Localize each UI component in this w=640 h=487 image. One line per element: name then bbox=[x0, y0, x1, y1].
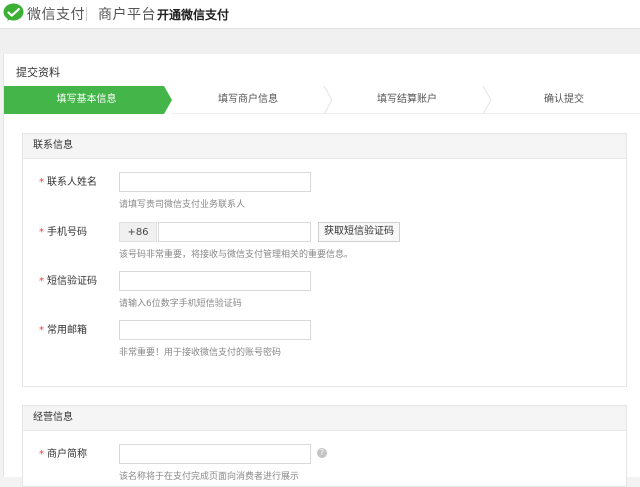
phone-input[interactable] bbox=[158, 222, 311, 242]
help-icon[interactable]: ? bbox=[317, 448, 327, 458]
sms-code-label: 短信验证码 bbox=[47, 276, 97, 287]
step-confirm-submit[interactable]: 确认提交 bbox=[487, 86, 640, 114]
submit-panel: 提交资料 填写基本信息 填写商户信息 填写结算账户 确认提交 联系信息 * 联系人… bbox=[3, 54, 640, 487]
phone-label: 手机号码 bbox=[47, 227, 87, 238]
contact-name-hint: 请填写贵司微信支付业务联系人 bbox=[119, 200, 246, 210]
step-basic-info[interactable]: 填写基本信息 bbox=[4, 86, 169, 114]
short-name-hint: 该名称将于在支付完成页面向消费者进行展示 bbox=[119, 472, 300, 482]
wechat-pay-logo-icon bbox=[3, 3, 24, 21]
required-mark: * bbox=[39, 449, 44, 460]
contact-name-input[interactable] bbox=[119, 172, 311, 192]
platform-name[interactable]: 商户平台 bbox=[98, 4, 156, 24]
field-label: * 商户简称 bbox=[39, 444, 119, 466]
required-mark: * bbox=[39, 325, 44, 336]
header-divider bbox=[86, 7, 87, 21]
email-hint: 非常重要！用于接收微信支付的账号密码 bbox=[119, 348, 282, 358]
sms-code-hint: 请输入6位数字手机短信验证码 bbox=[119, 299, 242, 309]
get-sms-code-button[interactable]: 获取短信验证码 bbox=[318, 222, 400, 242]
phone-hint: 该号码非常重要，将接收与微信支付管理相关的重要信息。 bbox=[119, 250, 354, 260]
short-name-input[interactable] bbox=[119, 444, 311, 464]
step-settlement-account[interactable]: 填写结算账户 bbox=[327, 86, 487, 114]
step-progress-bar: 填写基本信息 填写商户信息 填写结算账户 确认提交 bbox=[4, 86, 640, 114]
section-title: 经营信息 bbox=[23, 406, 626, 431]
short-name-label: 商户简称 bbox=[47, 449, 87, 460]
field-label: * 常用邮箱 bbox=[39, 320, 119, 342]
sms-code-input[interactable] bbox=[119, 271, 311, 291]
contact-name-label: 联系人姓名 bbox=[47, 177, 97, 188]
top-bar: 微信支付 商户平台 开通微信支付 bbox=[0, 0, 640, 29]
brand-name[interactable]: 微信支付 bbox=[27, 4, 85, 24]
business-info-section: 经营信息 * 商户简称 ? 该名称将于在支付完成页面向消费者进行展示 bbox=[22, 405, 627, 487]
sub-header-band bbox=[0, 29, 640, 54]
field-label: * 短信验证码 bbox=[39, 271, 119, 293]
email-input[interactable] bbox=[119, 320, 311, 340]
contact-info-section: 联系信息 * 联系人姓名 请填写贵司微信支付业务联系人 * 手机号码 +86 获取短… bbox=[22, 133, 627, 387]
step-merchant-info[interactable]: 填写商户信息 bbox=[169, 86, 327, 114]
required-mark: * bbox=[39, 227, 44, 238]
page-title: 开通微信支付 bbox=[157, 8, 230, 22]
required-mark: * bbox=[39, 177, 44, 188]
field-label: * 手机号码 bbox=[39, 222, 119, 244]
email-label: 常用邮箱 bbox=[47, 325, 87, 336]
panel-title: 提交资料 bbox=[16, 66, 60, 79]
country-code-prefix: +86 bbox=[119, 222, 157, 242]
field-label: * 联系人姓名 bbox=[39, 172, 119, 194]
required-mark: * bbox=[39, 276, 44, 287]
section-title: 联系信息 bbox=[23, 134, 626, 159]
